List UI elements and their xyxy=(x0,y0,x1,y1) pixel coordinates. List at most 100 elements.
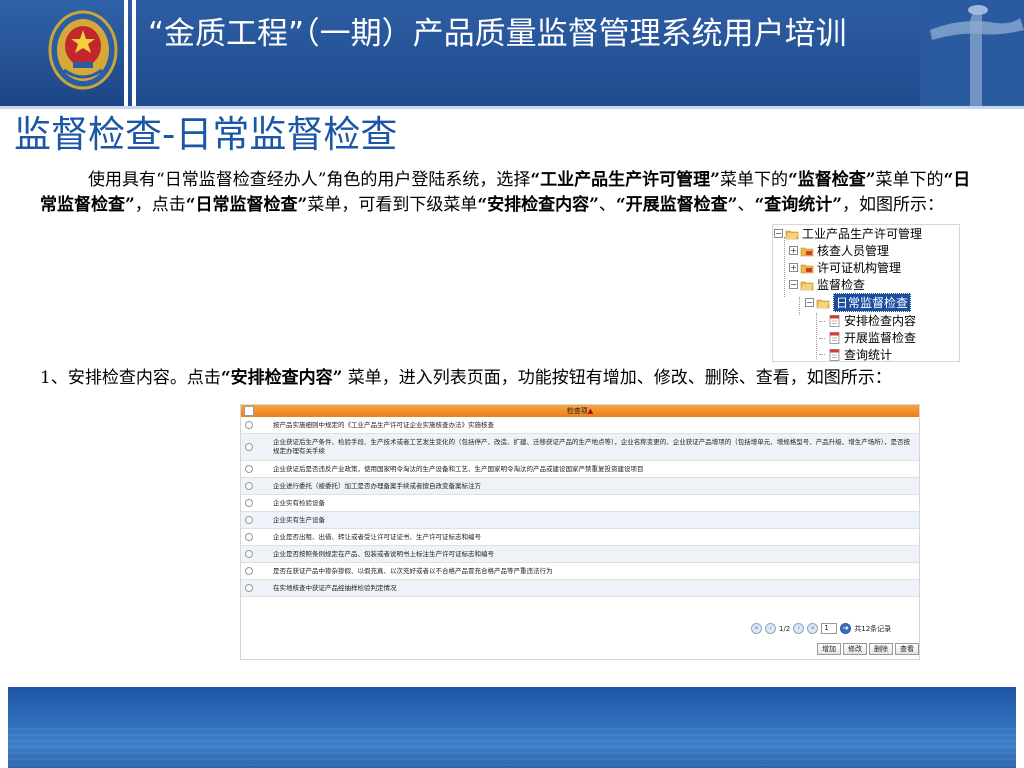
step1-paragraph: 1、安排检查内容。点击“安排检查内容” 菜单，进入列表页面，功能按钮有增加、修改… xyxy=(40,366,985,391)
tree-child-conduct[interactable]: 开展监督检查 xyxy=(827,329,916,346)
row-radio[interactable] xyxy=(245,567,253,575)
table-row[interactable]: 企业获证后是否违反产业政策，使用国家明令淘汰的生产设备和工艺、生产国家明令淘汰的… xyxy=(241,461,919,478)
column-header-label: 检查项 xyxy=(566,407,588,415)
delete-button[interactable]: 删除 xyxy=(869,643,893,655)
table-header: 检查项▲ xyxy=(241,405,919,417)
emblem-panel xyxy=(0,0,128,108)
collapse-icon[interactable]: − xyxy=(789,280,798,289)
intro-bold-1: “工业产品生产许可管理” xyxy=(530,170,720,190)
folder-open-icon xyxy=(816,299,830,308)
intro-bold-4: “日常监督检查” xyxy=(185,195,308,215)
intro-text-3: 菜单下的 xyxy=(875,170,944,190)
table-row[interactable]: 企业是否出租、出借、转让或者受让许可证证书、生产许可证标志和编号 xyxy=(241,529,919,546)
table-row[interactable]: 企业实有生产设备 xyxy=(241,512,919,529)
header-divider xyxy=(132,0,136,108)
tree-item-label: 许可证机构管理 xyxy=(817,261,902,275)
last-page-icon[interactable]: » xyxy=(807,623,819,634)
intro-text-8: ，如图所示： xyxy=(842,195,945,215)
expand-icon[interactable]: + xyxy=(789,246,798,255)
header-bottom-line xyxy=(0,106,1024,109)
first-page-icon[interactable]: « xyxy=(751,623,762,634)
intro-paragraph: 使用具有“日常监督检查经办人”角色的用户登陆系统，选择“工业产品生产许可管理”菜… xyxy=(40,168,985,218)
tree-item-inspector[interactable]: + 核查人员管理 xyxy=(789,242,889,259)
intro-text-6: 、 xyxy=(598,195,616,215)
intro-text-7: 、 xyxy=(737,195,755,215)
intro-text-1: 使用具有“日常监督检查经办人”角色的用户登陆系统，选择 xyxy=(88,170,531,190)
folder-icon xyxy=(800,247,814,256)
tree-child-stats[interactable]: 查询统计 xyxy=(827,346,893,362)
tree-child-label: 安排检查内容 xyxy=(844,314,917,328)
table-row[interactable]: 在实地核查中获证产品经抽样检验判定情况 xyxy=(241,580,919,597)
go-page-icon[interactable]: ➜ xyxy=(840,623,852,634)
table-row[interactable]: 企业是否按照条例规定在产品、包装或者说明书上标注生产许可证标志和编号 xyxy=(241,546,919,563)
table-cell: 在实地核查中获证产品经抽样检验判定情况 xyxy=(273,583,397,592)
expand-icon[interactable]: + xyxy=(789,263,798,272)
intro-bold-5: “安排检查内容” xyxy=(477,195,599,215)
intro-bold-6: “开展监督检查” xyxy=(615,195,738,215)
folder-open-icon xyxy=(785,230,799,239)
tree-item-label: 监督检查 xyxy=(817,278,866,292)
intro-text-5: 菜单，可看到下级菜单 xyxy=(307,195,478,215)
pagination: « ‹ 1/2 › » 1 ➜ 共12条记录 xyxy=(751,623,891,634)
row-radio[interactable] xyxy=(245,584,253,592)
row-radio[interactable] xyxy=(245,421,253,429)
document-icon xyxy=(829,314,840,327)
step1-bold-1: “安排检查内容” xyxy=(220,368,343,388)
total-records: 共12条记录 xyxy=(854,624,892,633)
tree-item-supervision[interactable]: − 监督检查 xyxy=(789,276,865,293)
slide-header: “金质工程”（一期）产品质量监督管理系统用户培训 xyxy=(0,0,1024,109)
collapse-icon[interactable]: − xyxy=(774,229,783,238)
table-cell: 是否在获证产品中掺杂掺假、以假充真、以次充好或者以不合格产品冒充合格产品等严重违… xyxy=(273,566,553,575)
tree-root[interactable]: − 工业产品生产许可管理 xyxy=(774,225,922,242)
page-indicator: 1/2 xyxy=(779,624,791,633)
table-cell: 企业是否按照条例规定在产品、包装或者说明书上标注生产许可证标志和编号 xyxy=(273,549,494,558)
add-button[interactable]: 增加 xyxy=(817,643,841,655)
folder-open-icon xyxy=(800,281,814,290)
next-page-icon[interactable]: › xyxy=(793,623,805,634)
column-header-inspection-item[interactable]: 检查项▲ xyxy=(241,405,919,417)
intro-bold-2: “监督检查” xyxy=(787,170,876,190)
slide-footer xyxy=(8,687,1016,768)
pillar-decoration-icon xyxy=(920,0,1024,108)
tree-item-license-org[interactable]: + 许可证机构管理 xyxy=(789,259,901,276)
collapse-icon[interactable]: − xyxy=(805,298,814,307)
tree-item-daily-supervision[interactable]: − 日常监督检查 xyxy=(805,293,912,312)
prev-page-icon[interactable]: ‹ xyxy=(765,623,776,634)
view-button[interactable]: 查看 xyxy=(895,643,919,655)
table-row[interactable]: 企业实有检验设备 xyxy=(241,495,919,512)
table-row[interactable]: 是否在获证产品中掺杂掺假、以假充真、以次充好或者以不合格产品冒充合格产品等严重违… xyxy=(241,563,919,580)
action-buttons: 增加 修改 删除 查看 xyxy=(815,643,919,655)
row-radio[interactable] xyxy=(245,550,253,558)
row-radio[interactable] xyxy=(245,516,253,524)
document-icon xyxy=(829,348,840,361)
table-cell: 企业获证后是否违反产业政策，使用国家明令淘汰的生产设备和工艺、生产国家明令淘汰的… xyxy=(273,464,644,473)
table-row[interactable]: 按产品实施细则中规定的《工业产品生产许可证企业实施核查办法》实施核查 xyxy=(241,417,919,434)
tree-child-label: 开展监督检查 xyxy=(844,331,917,345)
tree-selected-label: 日常监督检查 xyxy=(833,293,912,312)
table-row[interactable]: 企业获证后生产条件、检验手段、生产技术或者工艺发生变化的（包括停产、改造、扩建、… xyxy=(241,434,919,461)
page-number-input[interactable]: 1 xyxy=(821,623,838,634)
intro-bold-7: “查询统计” xyxy=(754,195,843,215)
row-radio[interactable] xyxy=(245,533,253,541)
document-icon xyxy=(829,331,840,344)
row-radio[interactable] xyxy=(245,465,253,473)
row-radio[interactable] xyxy=(245,499,253,507)
table-cell: 企业获证后生产条件、检验手段、生产技术或者工艺发生变化的（包括停产、改造、扩建、… xyxy=(273,438,910,455)
table-cell: 企业实有生产设备 xyxy=(273,515,325,524)
intro-text-2: 菜单下的 xyxy=(719,170,788,190)
table-cell: 企业进行委托（被委托）加工是否办理备案手续或者擅自改变备案标注方 xyxy=(273,481,481,490)
intro-text-4: ，点击 xyxy=(134,195,186,215)
edit-button[interactable]: 修改 xyxy=(843,643,867,655)
table-cell: 按产品实施细则中规定的《工业产品生产许可证企业实施核查办法》实施核查 xyxy=(273,420,494,429)
tree-child-arrange[interactable]: 安排检查内容 xyxy=(827,312,916,329)
row-radio[interactable] xyxy=(245,443,253,451)
header-title: “金质工程”（一期）产品质量监督管理系统用户培训 xyxy=(148,16,847,52)
table-cell: 企业实有检验设备 xyxy=(273,498,325,507)
sort-arrow-icon: ▲ xyxy=(587,407,594,415)
table-row[interactable]: 企业进行委托（被委托）加工是否办理备案手续或者擅自改变备案标注方 xyxy=(241,478,919,495)
slide-title: 监督检查-日常监督检查 xyxy=(14,113,398,156)
tree-child-label: 查询统计 xyxy=(844,348,893,362)
folder-icon xyxy=(800,264,814,273)
tree-item-label: 核查人员管理 xyxy=(817,244,890,258)
row-radio[interactable] xyxy=(245,482,253,490)
